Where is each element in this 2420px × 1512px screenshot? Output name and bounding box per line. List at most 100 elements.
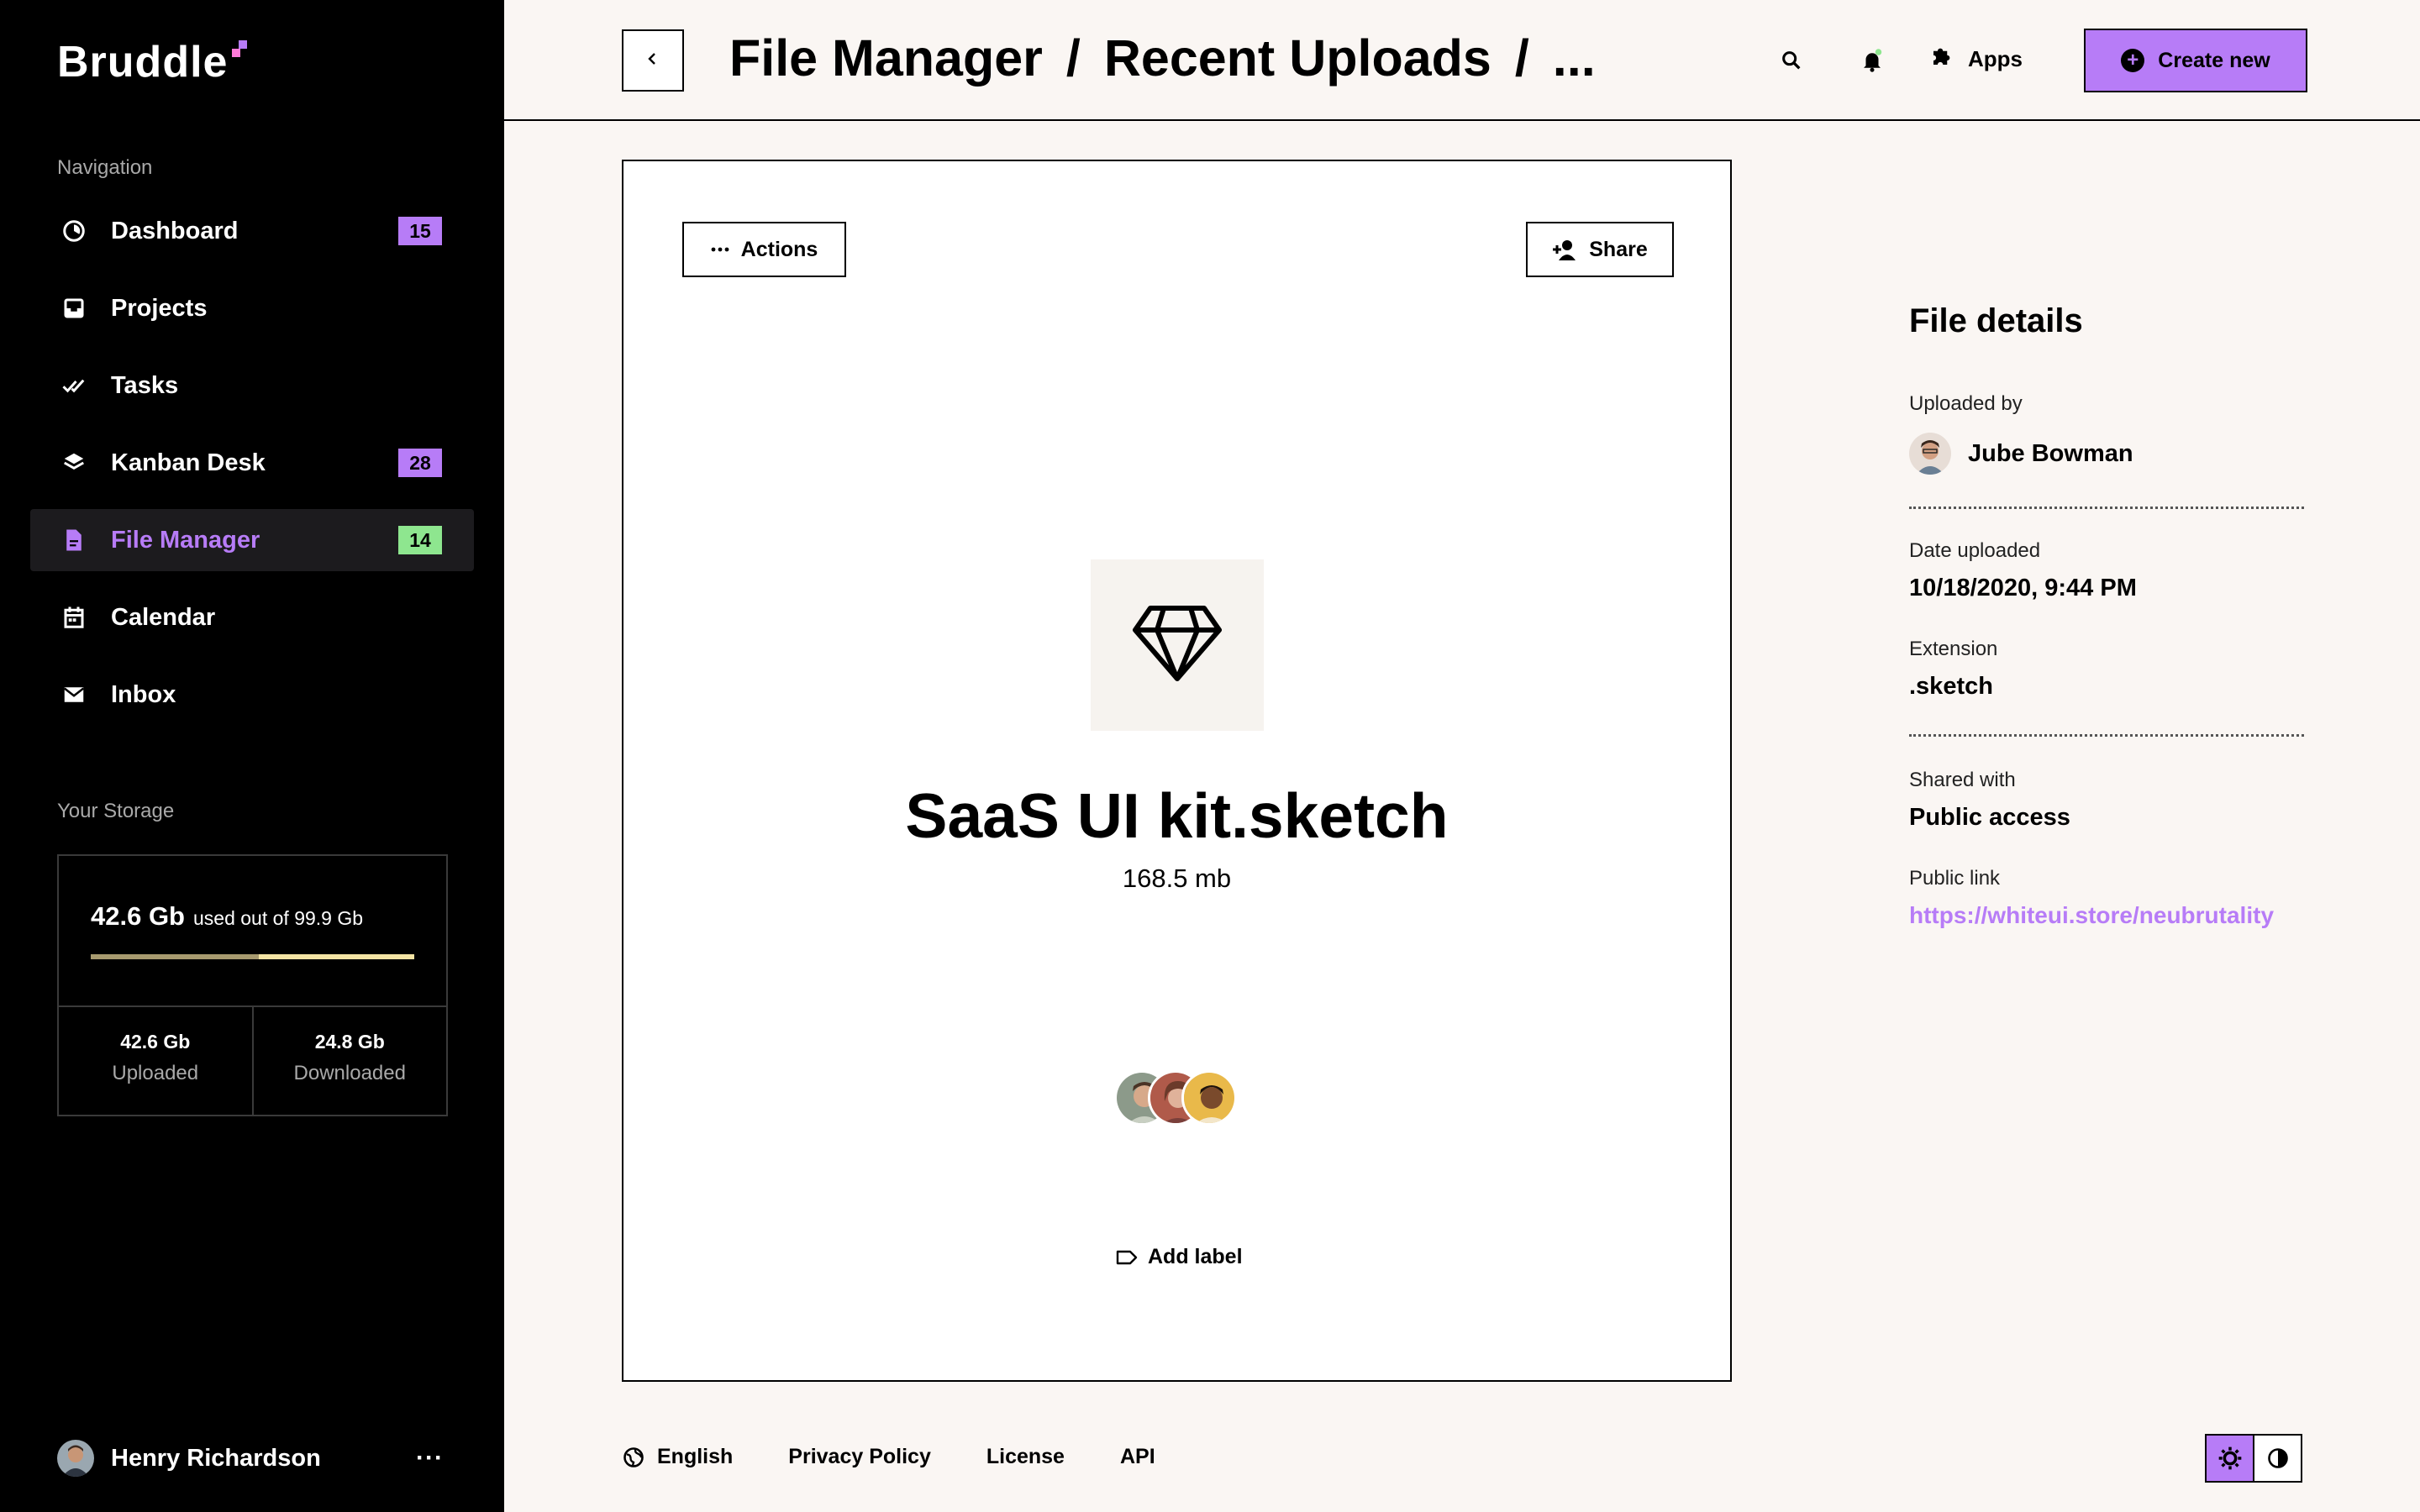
sidebar-item-calendar[interactable]: Calendar <box>30 586 474 648</box>
more-horizontal-icon <box>711 246 729 253</box>
extension-label: Extension <box>1909 638 1998 660</box>
sidebar-item-label: Tasks <box>111 371 179 399</box>
public-link-label: Public link <box>1909 867 2001 890</box>
globe-icon <box>622 1446 645 1469</box>
file-name: SaaS UI kit.sketch <box>905 780 1449 851</box>
plus-circle-icon: + <box>2121 49 2145 72</box>
logo-text: Bruddle <box>57 38 229 87</box>
top-header: File Manager / Recent Uploads / ... Apps… <box>504 0 2420 121</box>
light-mode-icon[interactable] <box>2207 1436 2254 1481</box>
language-label: English <box>657 1445 734 1468</box>
sidebar-item-projects[interactable]: Projects <box>30 277 474 339</box>
create-new-label: Create new <box>2158 48 2270 72</box>
user-name: Henry Richardson <box>111 1444 321 1472</box>
kanban-icon <box>60 449 87 476</box>
more-options-icon[interactable]: ··· <box>416 1444 444 1473</box>
back-button[interactable] <box>622 29 684 92</box>
create-new-button[interactable]: + Create new <box>2084 29 2307 92</box>
sidebar-item-label: File Manager <box>111 526 260 554</box>
storage-used-suffix: used out of 99.9 Gb <box>193 907 364 929</box>
avatar <box>1181 1070 1237 1126</box>
actions-button[interactable]: Actions <box>682 222 846 277</box>
add-user-icon <box>1552 239 1577 260</box>
uploaded-value: 42.6 Gb <box>120 1031 191 1053</box>
avatar <box>57 1440 94 1477</box>
projects-icon <box>60 295 87 322</box>
sidebar-item-file-manager[interactable]: File Manager 14 <box>30 509 474 571</box>
uploaded-by-label: Uploaded by <box>1909 392 2023 415</box>
sidebar-nav: Dashboard 15 Projects Tasks Kanban Desk … <box>30 200 474 741</box>
dark-mode-icon[interactable] <box>2254 1436 2301 1481</box>
sidebar-item-label: Kanban Desk <box>111 449 266 476</box>
avatar <box>1909 433 1951 475</box>
actions-label: Actions <box>740 237 818 261</box>
breadcrumb-item-file-manager[interactable]: File Manager <box>729 29 1043 87</box>
sidebar-item-tasks[interactable]: Tasks <box>30 354 474 417</box>
dashboard-icon <box>60 218 87 244</box>
public-link[interactable]: https://whiteui.store/neubrutality <box>1909 902 2304 929</box>
file-details-panel: File details Uploaded by Jube Bowman Dat… <box>1909 302 2304 929</box>
uploader-name: Jube Bowman <box>1968 439 2133 467</box>
file-size: 168.5 mb <box>1122 864 1232 893</box>
breadcrumb-item-ellipsis[interactable]: ... <box>1553 29 1596 87</box>
uploaded-label: Uploaded <box>112 1062 199 1084</box>
extension-value: .sketch <box>1909 673 1993 700</box>
add-label-text: Add label <box>1148 1245 1243 1268</box>
shared-with-label: Shared with <box>1909 769 2016 791</box>
storage-widget: 42.6 Gb used out of 99.9 Gb 42.6 Gb Uploa… <box>57 854 448 1116</box>
storage-section-title: Your Storage <box>57 800 175 822</box>
search-icon[interactable] <box>1776 45 1807 76</box>
license-link[interactable]: License <box>986 1445 1065 1469</box>
privacy-policy-link[interactable]: Privacy Policy <box>788 1445 931 1469</box>
count-badge: 28 <box>398 449 442 477</box>
footer: English Privacy Policy License API <box>622 1445 1211 1469</box>
tasks-icon <box>60 372 87 399</box>
diamond-icon <box>1132 605 1223 686</box>
tag-icon <box>1116 1249 1138 1266</box>
storage-downloaded: 24.8 Gb Downloaded <box>251 1007 447 1116</box>
divider <box>1909 734 2304 737</box>
language-selector[interactable]: English <box>622 1445 733 1469</box>
storage-progress-bar <box>91 954 414 959</box>
breadcrumb-separator: / <box>1514 29 1529 87</box>
uploader[interactable]: Jube Bowman <box>1909 433 2304 475</box>
calendar-icon <box>60 604 87 631</box>
theme-toggle[interactable] <box>2205 1434 2302 1483</box>
count-badge: 14 <box>398 526 442 554</box>
sidebar-item-label: Projects <box>111 294 208 322</box>
file-thumbnail <box>1091 559 1264 731</box>
sidebar: Bruddle Navigation Dashboard 15 Projects… <box>0 0 504 1512</box>
breadcrumb-item-recent-uploads[interactable]: Recent Uploads <box>1104 29 1491 87</box>
puzzle-icon <box>1929 44 1954 75</box>
shared-with-value: Public access <box>1909 804 2070 831</box>
downloaded-value: 24.8 Gb <box>314 1031 385 1053</box>
chevron-left-icon <box>644 50 661 71</box>
divider <box>1909 507 2304 509</box>
date-uploaded-value: 10/18/2020, 9:44 PM <box>1909 575 2137 601</box>
apps-label: Apps <box>1968 46 2023 71</box>
file-details-title: File details <box>1909 302 2083 339</box>
sidebar-item-label: Calendar <box>111 603 216 631</box>
storage-progress-fill <box>91 954 260 959</box>
count-badge: 15 <box>398 217 442 245</box>
sidebar-item-kanban-desk[interactable]: Kanban Desk 28 <box>30 432 474 494</box>
notification-bell-icon[interactable] <box>1857 45 1887 76</box>
api-link[interactable]: API <box>1120 1445 1155 1469</box>
share-button[interactable]: Share <box>1526 222 1674 277</box>
downloaded-label: Downloaded <box>293 1062 406 1084</box>
file-icon <box>60 527 87 554</box>
shared-users-avatars[interactable] <box>1114 1070 1240 1126</box>
add-label-button[interactable]: Add label <box>1116 1245 1243 1269</box>
logo[interactable]: Bruddle <box>57 37 247 87</box>
current-user[interactable]: Henry Richardson ··· <box>57 1440 444 1477</box>
sidebar-item-inbox[interactable]: Inbox <box>30 664 474 726</box>
breadcrumb-separator: / <box>1065 29 1081 87</box>
storage-used: 42.6 Gb used out of 99.9 Gb <box>91 901 364 931</box>
sidebar-item-dashboard[interactable]: Dashboard 15 <box>30 200 474 262</box>
inbox-icon <box>60 681 87 708</box>
apps-button[interactable]: Apps <box>1929 44 2023 75</box>
sidebar-item-label: Inbox <box>111 680 176 708</box>
share-label: Share <box>1589 237 1648 261</box>
breadcrumb: File Manager / Recent Uploads / ... <box>729 29 1596 87</box>
logo-mark-icon <box>232 40 250 59</box>
